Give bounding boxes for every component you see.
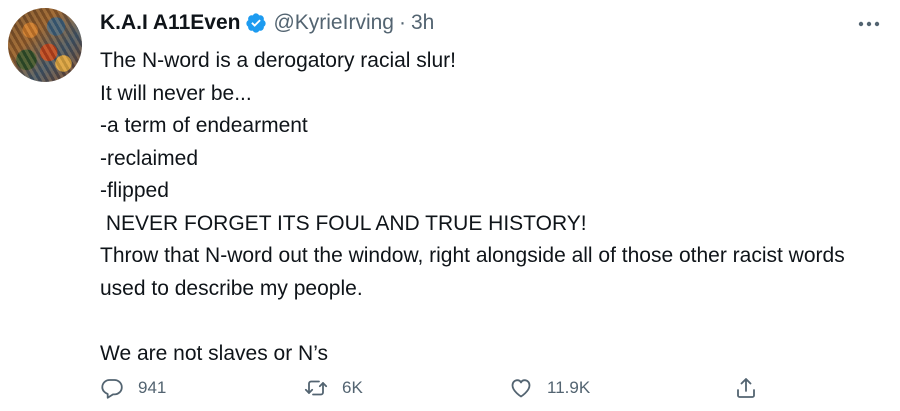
- share-button[interactable]: [734, 372, 758, 404]
- reply-bubble-icon: [101, 379, 123, 399]
- author-display-name[interactable]: K.A.I A11Even: [100, 11, 240, 35]
- tweet-text: The N-word is a derogatory racial slur! …: [100, 45, 890, 370]
- tweet-header: K.A.I A11Even @KyrieIrving · 3h: [100, 9, 434, 37]
- tweet-timestamp[interactable]: 3h: [411, 11, 434, 35]
- retweet-count: 6K: [342, 378, 363, 397]
- tweet-line: -flipped: [100, 179, 169, 202]
- more-horizontal-icon[interactable]: [856, 14, 882, 34]
- author-handle[interactable]: @KyrieIrving: [273, 11, 394, 35]
- tweet-line: Throw that N-word out the window, right …: [100, 244, 845, 300]
- like-count: 11.9K: [547, 378, 591, 397]
- retweet-icon: [304, 380, 328, 396]
- tweet-line: NEVER FORGET ITS FOUL AND TRUE HISTORY!: [100, 211, 587, 235]
- reply-button[interactable]: 941: [100, 372, 166, 404]
- verified-badge-icon: [245, 12, 267, 34]
- tweet-line: It will never be...: [100, 81, 252, 105]
- tweet-card[interactable]: K.A.I A11Even @KyrieIrving · 3h The N-wo…: [0, 0, 900, 411]
- heart-icon: [511, 379, 531, 398]
- reply-count: 941: [138, 378, 167, 397]
- like-button[interactable]: 11.9K: [509, 372, 590, 404]
- header-separator: ·: [398, 11, 406, 34]
- tweet-line: -reclaimed: [100, 146, 199, 170]
- tweet-actions: 941 6K 11.9K: [100, 372, 890, 404]
- retweet-button[interactable]: 6K: [304, 372, 363, 404]
- tweet-line: We are not slaves or N’s: [100, 341, 328, 365]
- tweet-line: The N-word is a derogatory racial slur!: [100, 49, 456, 72]
- tweet-line: -a term of endearment: [100, 114, 308, 137]
- share-upload-icon: [737, 378, 755, 398]
- avatar[interactable]: [8, 8, 82, 82]
